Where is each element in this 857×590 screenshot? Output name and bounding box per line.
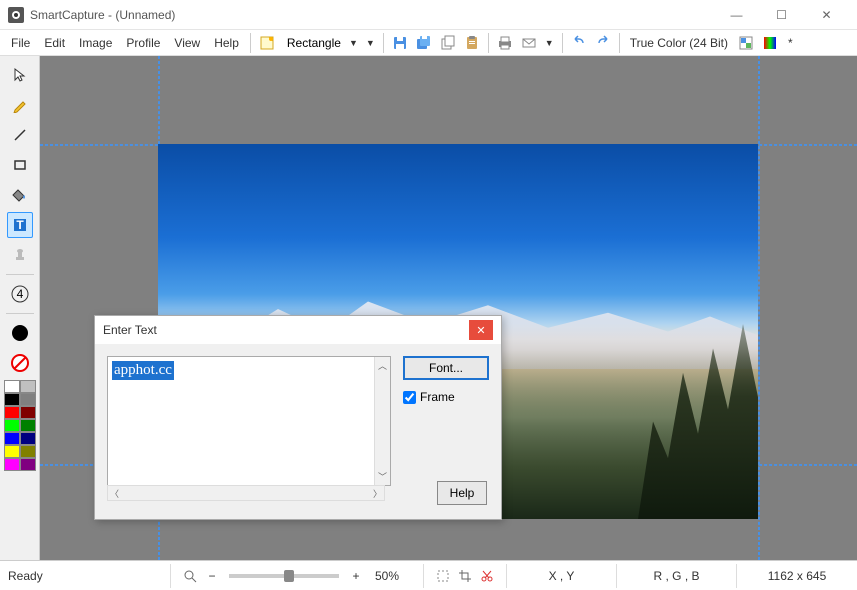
help-button[interactable]: Help	[437, 481, 487, 505]
scroll-up-icon[interactable]: ︿	[376, 357, 389, 374]
swatch[interactable]	[4, 393, 20, 406]
paste-icon[interactable]	[460, 31, 484, 55]
no-color-icon[interactable]	[7, 350, 33, 376]
swatch[interactable]	[20, 432, 36, 445]
tool-palette: T 4	[0, 56, 40, 560]
zoom-slider[interactable]	[229, 574, 339, 578]
chevron-down-icon: ▼	[349, 38, 358, 48]
scrollbar-horizontal[interactable]: 〈 〉	[107, 485, 385, 501]
swatch[interactable]	[4, 458, 20, 471]
swatch[interactable]	[4, 419, 20, 432]
capture-split-dropdown[interactable]: ▼	[362, 38, 379, 48]
foreground-color[interactable]	[7, 320, 33, 346]
print-icon[interactable]	[493, 31, 517, 55]
capture-mode-dropdown[interactable]: Rectangle ▼	[279, 36, 362, 50]
text-input[interactable]: apphot.cc ︿ ﹀	[107, 356, 391, 486]
separator	[250, 33, 251, 53]
tool-text[interactable]: T	[7, 212, 33, 238]
save-all-icon[interactable]	[412, 31, 436, 55]
status-ready: Ready	[0, 564, 171, 588]
separator	[562, 33, 563, 53]
swatch[interactable]	[4, 432, 20, 445]
dialog-titlebar[interactable]: Enter Text ✕	[95, 316, 501, 344]
status-tools	[424, 564, 507, 588]
status-xy: X , Y	[507, 564, 617, 588]
color-swap-icon[interactable]	[758, 31, 782, 55]
zoom-value: 50%	[375, 569, 415, 583]
color-mode-dropdown[interactable]: True Color (24 Bit)	[624, 36, 734, 50]
menu-view[interactable]: View	[167, 33, 207, 53]
palette-separator	[6, 313, 34, 314]
capture-mode-label: Rectangle	[283, 36, 345, 50]
redo-icon[interactable]	[591, 31, 615, 55]
modified-indicator: *	[782, 36, 799, 50]
text-selection: apphot.cc	[112, 361, 174, 380]
status-rgb: R , G , B	[617, 564, 737, 588]
tool-line[interactable]	[7, 122, 33, 148]
minimize-button[interactable]: —	[714, 0, 759, 30]
frame-checkbox-input[interactable]	[403, 391, 416, 404]
capture-icon[interactable]	[255, 31, 279, 55]
dialog-close-button[interactable]: ✕	[469, 320, 493, 340]
tool-rectangle[interactable]	[7, 152, 33, 178]
email-icon[interactable]	[517, 31, 541, 55]
selection-icon[interactable]	[432, 565, 454, 587]
frame-checkbox[interactable]: Frame	[403, 390, 489, 404]
swatch[interactable]	[4, 406, 20, 419]
enter-text-dialog: Enter Text ✕ apphot.cc ︿ ﹀ Font... Frame…	[94, 315, 502, 520]
crop-icon[interactable]	[454, 565, 476, 587]
swatch[interactable]	[20, 393, 36, 406]
swatch[interactable]	[20, 445, 36, 458]
swatch[interactable]	[20, 380, 36, 393]
scroll-down-icon[interactable]: ﹀	[376, 468, 389, 485]
status-dimensions: 1162 x 645	[737, 564, 857, 588]
menu-edit[interactable]: Edit	[37, 33, 72, 53]
scrollbar-vertical[interactable]: ︿ ﹀	[374, 357, 390, 485]
undo-icon[interactable]	[567, 31, 591, 55]
menu-file[interactable]: File	[4, 33, 37, 53]
tool-fill[interactable]	[7, 182, 33, 208]
palette-separator	[6, 274, 34, 275]
titlebar: SmartCapture - (Unnamed) — ☐ ✕	[0, 0, 857, 30]
zoom-controls: − + 50%	[171, 564, 424, 588]
swatch[interactable]	[20, 419, 36, 432]
swatch[interactable]	[20, 458, 36, 471]
swatch[interactable]	[4, 445, 20, 458]
menu-profile[interactable]: Profile	[119, 33, 167, 53]
zoom-out-button[interactable]: −	[201, 565, 223, 587]
svg-text:4: 4	[16, 287, 23, 301]
guide-vertical	[758, 56, 760, 560]
line-weight-selector[interactable]: 4	[7, 281, 33, 307]
color-picker-icon[interactable]	[734, 31, 758, 55]
maximize-button[interactable]: ☐	[759, 0, 804, 30]
menu-help[interactable]: Help	[207, 33, 246, 53]
scroll-right-icon[interactable]: 〉	[371, 485, 384, 502]
font-button[interactable]: Font...	[403, 356, 489, 380]
menu-image[interactable]: Image	[72, 33, 119, 53]
tool-pointer[interactable]	[7, 62, 33, 88]
swatch[interactable]	[4, 380, 20, 393]
scissors-icon[interactable]	[476, 565, 498, 587]
app-icon	[8, 7, 24, 23]
svg-text:T: T	[16, 218, 24, 232]
close-button[interactable]: ✕	[804, 0, 849, 30]
statusbar: Ready − + 50% X , Y R , G , B 1162 x 645	[0, 560, 857, 590]
swatch[interactable]	[20, 406, 36, 419]
email-dropdown-icon[interactable]: ▼	[541, 38, 558, 48]
zoom-in-button[interactable]: +	[345, 565, 367, 587]
save-icon[interactable]	[388, 31, 412, 55]
scroll-left-icon[interactable]: 〈	[108, 485, 121, 502]
magnifier-icon[interactable]	[179, 565, 201, 587]
tool-stamp[interactable]	[7, 242, 33, 268]
window-title: SmartCapture - (Unnamed)	[30, 8, 714, 22]
dialog-title: Enter Text	[103, 323, 469, 337]
color-swatches	[4, 380, 36, 471]
menubar: File Edit Image Profile View Help Rectan…	[0, 30, 857, 56]
separator	[383, 33, 384, 53]
copy-icon[interactable]	[436, 31, 460, 55]
separator	[619, 33, 620, 53]
separator	[488, 33, 489, 53]
tool-pencil[interactable]	[7, 92, 33, 118]
frame-label: Frame	[420, 390, 455, 404]
